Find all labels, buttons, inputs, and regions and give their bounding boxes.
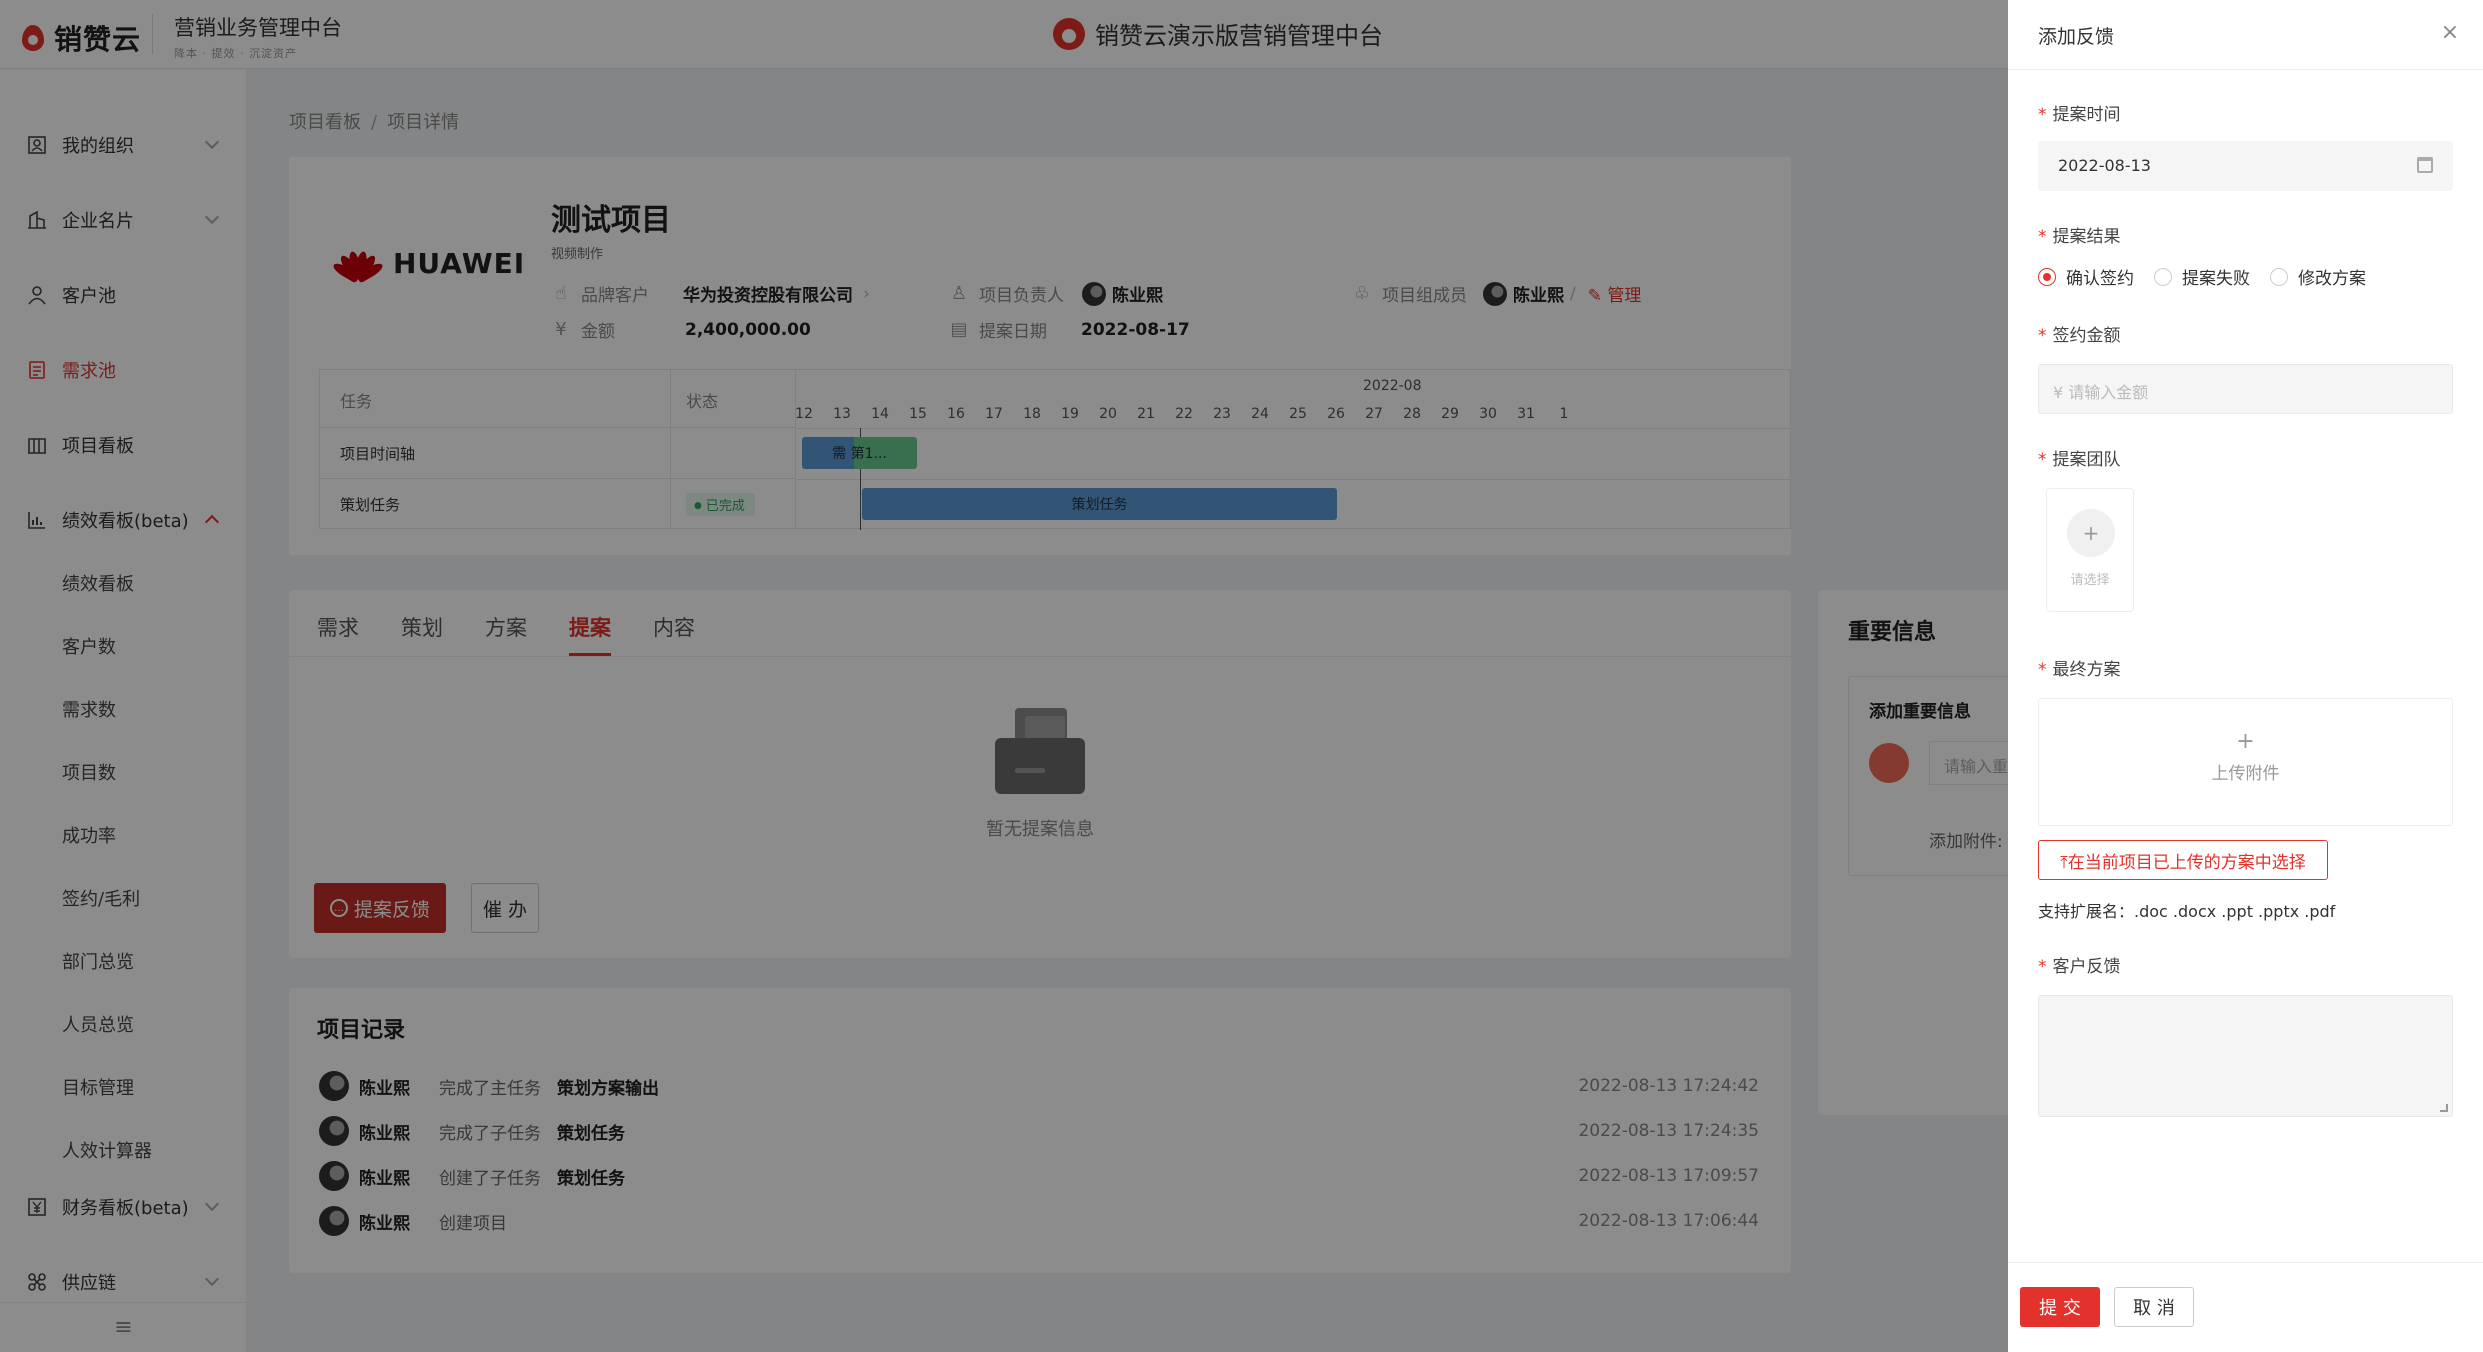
extension-note: 支持扩展名：.doc .docx .ppt .pptx .pdf [2038, 902, 2336, 921]
proposal-time-label: * 提案时间 [2038, 105, 2121, 125]
contract-amount-input[interactable]: ¥ 请输入金额 [2038, 364, 2453, 414]
contract-amount-label: * 签约金额 [2038, 326, 2121, 346]
drawer-title: 添加反馈 [2038, 26, 2115, 48]
select-team-label: 请选择 [2070, 573, 2110, 588]
resize-handle-icon[interactable] [2440, 1104, 2448, 1112]
customer-feedback-textarea[interactable] [2038, 995, 2453, 1117]
cancel-button[interactable]: 取 消 [2114, 1287, 2194, 1327]
proposal-time-value: 2022-08-13 [2058, 156, 2151, 175]
plus-icon: + [2236, 729, 2255, 754]
upload-attachment-area[interactable]: + 上传附件 [2038, 698, 2453, 826]
add-feedback-drawer: 添加反馈 × * 提案时间 2022-08-13 * 提案结果 确认签约 提案失败 … [2008, 0, 2483, 1352]
pick-existing-plan-button[interactable]: ⤒在当前项目已上传的方案中选择 [2038, 840, 2328, 880]
submit-button[interactable]: 提 交 [2020, 1287, 2100, 1327]
proposal-team-label: * 提案团队 [2038, 450, 2121, 470]
modal-mask[interactable] [0, 0, 2008, 1352]
select-team-button[interactable]: + 请选择 [2046, 488, 2134, 612]
close-icon[interactable]: × [2439, 22, 2461, 44]
radio-revise-plan[interactable]: 修改方案 [2270, 264, 2366, 289]
proposal-result-label: * 提案结果 [2038, 227, 2121, 247]
upload-label: 上传附件 [2211, 764, 2280, 784]
proposal-time-picker[interactable]: 2022-08-13 [2038, 141, 2453, 191]
drawer-footer: 提 交 取 消 [2008, 1262, 2483, 1352]
proposal-result-radio-group: 确认签约 提案失败 修改方案 [2038, 264, 2366, 289]
customer-feedback-label: * 客户反馈 [2038, 957, 2121, 977]
radio-confirm-sign[interactable]: 确认签约 [2038, 264, 2134, 289]
radio-proposal-failed[interactable]: 提案失败 [2154, 264, 2250, 289]
final-plan-label: * 最终方案 [2038, 660, 2121, 680]
drawer-header: 添加反馈 × [2008, 0, 2483, 70]
plus-icon: + [2067, 509, 2115, 557]
calendar-icon [2417, 157, 2433, 173]
